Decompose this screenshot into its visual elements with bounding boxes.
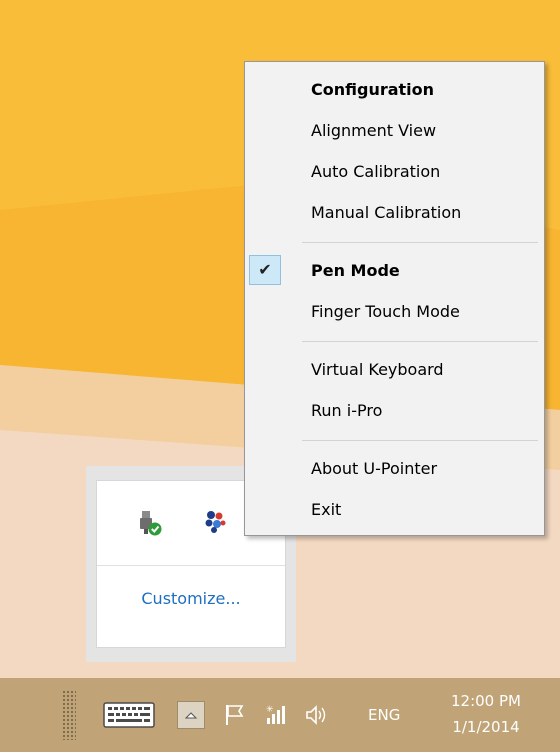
- usb-device-ok-icon[interactable]: [135, 509, 163, 537]
- menu-item-configuration[interactable]: Configuration: [247, 73, 542, 107]
- taskbar: ✳ ENG 12:00 PM 1/1/2014: [0, 678, 560, 752]
- menu-item-label: Run i-Pro: [311, 401, 383, 420]
- menu-item-label: Auto Calibration: [311, 162, 441, 181]
- clock-date: 1/1/2014: [452, 718, 520, 736]
- menu-item-pen-mode[interactable]: ✔ Pen Mode: [247, 254, 542, 288]
- menu-item-label: Configuration: [311, 80, 435, 99]
- menu-item-run-i-pro[interactable]: Run i-Pro: [247, 394, 542, 428]
- customize-link[interactable]: Customize...: [97, 589, 285, 608]
- menu-item-label: About U-Pointer: [311, 459, 438, 478]
- menu-item-alignment-view[interactable]: Alignment View: [247, 114, 542, 148]
- show-hidden-icons-chevron[interactable]: [177, 701, 205, 729]
- menu-item-label: Manual Calibration: [311, 203, 462, 222]
- menu-item-exit[interactable]: Exit: [247, 493, 542, 527]
- clock-time: 12:00 PM: [451, 692, 521, 710]
- taskbar-grip[interactable]: [62, 690, 76, 740]
- menu-separator: [302, 242, 538, 243]
- menu-item-label: Pen Mode: [311, 261, 400, 280]
- menu-item-manual-calibration[interactable]: Manual Calibration: [247, 196, 542, 230]
- checkmark-icon: ✔: [249, 255, 281, 285]
- menu-item-finger-touch-mode[interactable]: Finger Touch Mode: [247, 295, 542, 329]
- language-indicator[interactable]: ENG: [368, 706, 400, 724]
- menu-item-label: Virtual Keyboard: [311, 360, 444, 379]
- menu-separator: [302, 440, 538, 441]
- u-pointer-app-icon[interactable]: [201, 507, 229, 535]
- taskbar-clock[interactable]: 12:00 PM 1/1/2014: [436, 688, 536, 740]
- menu-item-label: Alignment View: [311, 121, 437, 140]
- menu-item-virtual-keyboard[interactable]: Virtual Keyboard: [247, 353, 542, 387]
- menu-item-label: Exit: [311, 500, 342, 519]
- network-signal-icon[interactable]: ✳: [264, 702, 290, 728]
- volume-icon[interactable]: [304, 702, 330, 728]
- menu-item-auto-calibration[interactable]: Auto Calibration: [247, 155, 542, 189]
- menu-item-label: Finger Touch Mode: [311, 302, 460, 321]
- svg-text:✳: ✳: [266, 705, 274, 715]
- menu-separator: [302, 341, 538, 342]
- touch-keyboard-icon[interactable]: [103, 702, 155, 728]
- menu-item-about-u-pointer[interactable]: About U-Pointer: [247, 452, 542, 486]
- action-center-flag-icon[interactable]: [222, 702, 248, 728]
- context-menu: Configuration Alignment View Auto Calibr…: [244, 61, 545, 536]
